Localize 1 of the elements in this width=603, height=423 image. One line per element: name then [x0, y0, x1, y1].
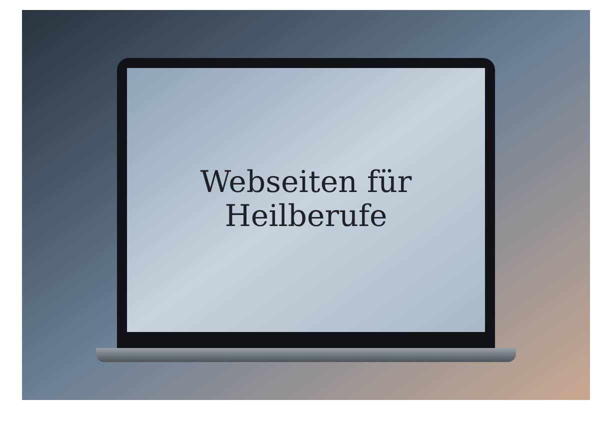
hero-title: Webseiten für Heilberufe — [199, 166, 413, 234]
